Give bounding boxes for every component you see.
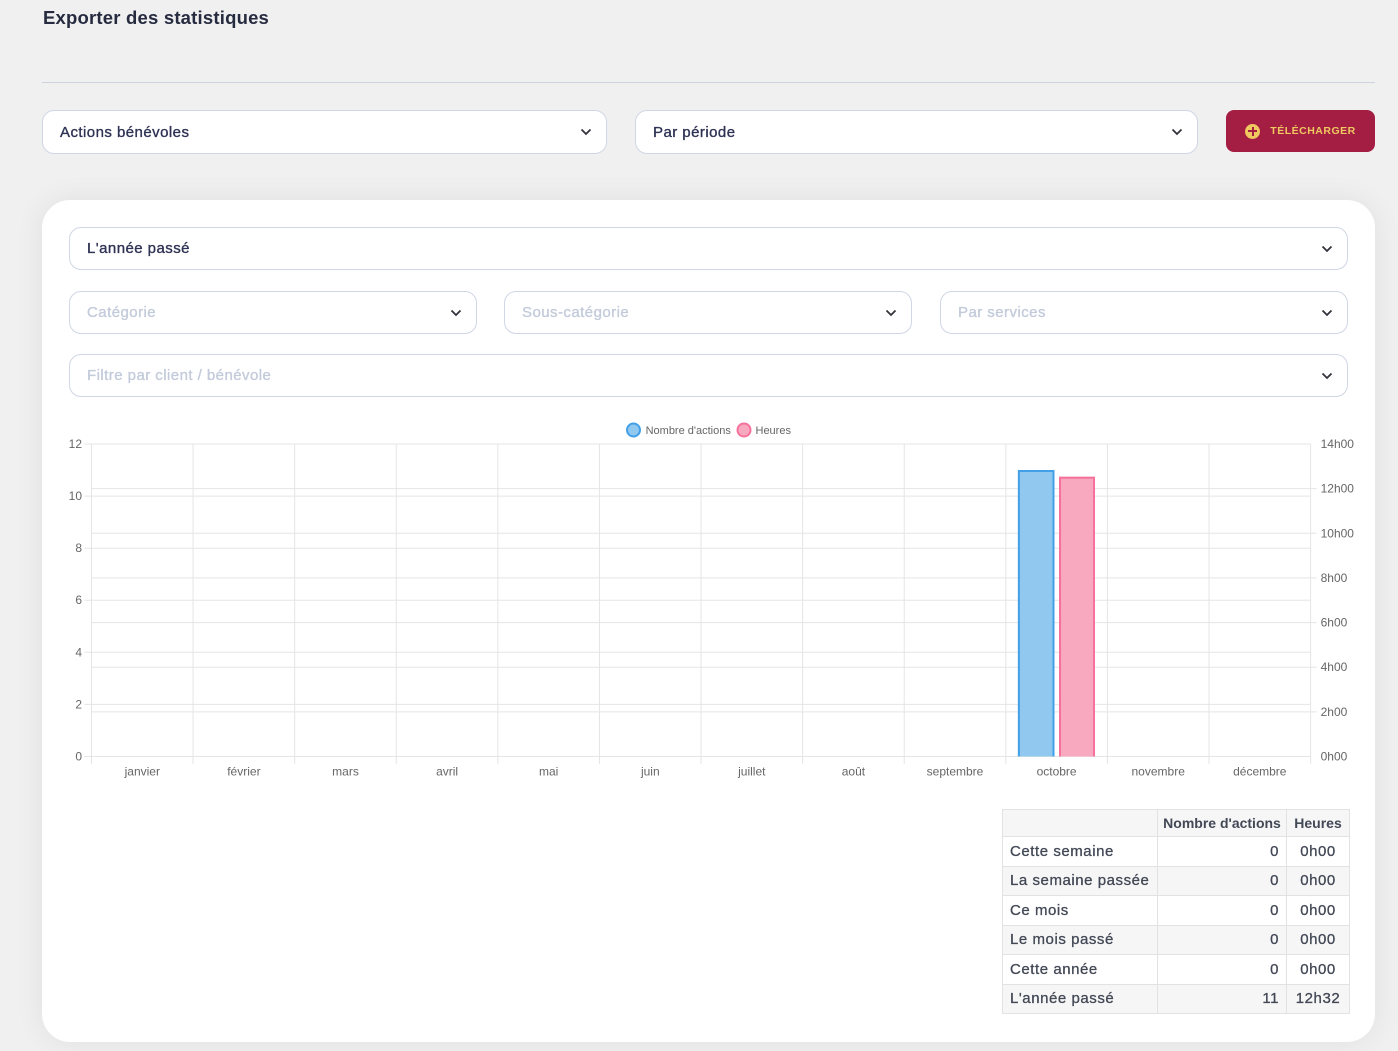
svg-text:décembre: décembre	[1233, 765, 1287, 779]
svg-text:0h00: 0h00	[1321, 750, 1348, 764]
svg-text:octobre: octobre	[1037, 765, 1077, 779]
svg-text:10: 10	[69, 489, 83, 503]
svg-text:novembre: novembre	[1132, 765, 1186, 779]
svg-text:4: 4	[75, 645, 82, 659]
svg-text:août: août	[842, 765, 866, 779]
svg-text:juillet: juillet	[737, 765, 766, 779]
svg-text:Nombre d'actions: Nombre d'actions	[646, 425, 732, 437]
svg-text:10h00: 10h00	[1321, 526, 1355, 540]
svg-text:6h00: 6h00	[1321, 616, 1348, 630]
svg-text:8: 8	[75, 541, 82, 555]
svg-text:janvier: janvier	[124, 765, 160, 779]
svg-text:juin: juin	[640, 765, 660, 779]
svg-text:6: 6	[75, 593, 82, 607]
svg-text:mai: mai	[539, 765, 558, 779]
svg-text:mars: mars	[332, 765, 359, 779]
svg-text:8h00: 8h00	[1321, 571, 1348, 585]
svg-text:12: 12	[69, 437, 83, 451]
svg-text:2: 2	[75, 697, 82, 711]
svg-text:0: 0	[75, 750, 82, 764]
svg-text:12h00: 12h00	[1321, 482, 1355, 496]
svg-text:2h00: 2h00	[1321, 705, 1348, 719]
svg-text:avril: avril	[436, 765, 458, 779]
svg-text:14h00: 14h00	[1321, 437, 1355, 451]
svg-text:février: février	[227, 765, 260, 779]
svg-text:Heures: Heures	[756, 425, 792, 437]
svg-text:4h00: 4h00	[1321, 660, 1348, 674]
svg-text:septembre: septembre	[927, 765, 984, 779]
